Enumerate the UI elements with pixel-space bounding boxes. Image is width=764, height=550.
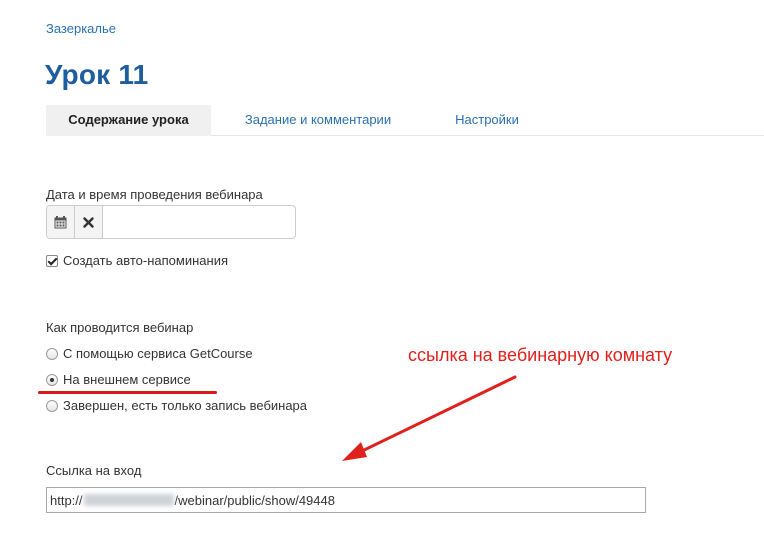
mode-option-getcourse[interactable]: С помощью сервиса GetCourse (46, 346, 253, 361)
entry-link-label: Ссылка на вход (46, 463, 142, 478)
entry-link-suffix: /webinar/public/show/49448 (174, 492, 335, 508)
tab-task-comments[interactable]: Задание и комментарии (233, 105, 403, 136)
webinar-datetime-group (46, 205, 296, 239)
page-title: Урок 11 (45, 59, 149, 90)
mode-radio-recording[interactable] (46, 399, 58, 412)
tab-bar: Содержание урока Задание и комментарии Н… (46, 105, 764, 136)
mode-option-external[interactable]: На внешнем сервисе (46, 372, 191, 387)
redacted-domain (83, 494, 174, 506)
auto-reminder-checkbox[interactable] (46, 254, 58, 267)
mode-radio-external[interactable] (46, 373, 58, 386)
mode-option-label: С помощью сервиса GetCourse (63, 346, 253, 361)
mode-radio-getcourse[interactable] (46, 347, 58, 360)
mode-option-label: Завершен, есть только запись вебинара (63, 398, 308, 413)
calendar-icon (54, 215, 67, 228)
auto-reminder-label: Создать авто-напоминания (63, 253, 229, 268)
webinar-datetime-label: Дата и время проведения вебинара (46, 187, 263, 202)
close-icon (83, 216, 94, 228)
auto-reminder-option[interactable]: Создать авто-напоминания (46, 253, 228, 268)
calendar-button[interactable] (47, 206, 75, 238)
mode-option-label: На внешнем сервисе (63, 372, 191, 387)
annotation-text: ссылка на вебинарную комнату (408, 345, 673, 365)
tab-settings[interactable]: Настройки (439, 105, 535, 136)
webinar-datetime-input[interactable] (103, 206, 295, 238)
tab-lesson-content[interactable]: Содержание урока (46, 105, 211, 136)
entry-link-prefix: http:// (50, 492, 83, 508)
entry-link-input[interactable]: http:// /webinar/public/show/49448 (46, 487, 646, 513)
webinar-mode-label: Как проводится вебинар (46, 320, 194, 335)
clear-date-button[interactable] (75, 206, 103, 238)
breadcrumb-link[interactable]: Зазеркалье (46, 21, 116, 36)
mode-option-recording[interactable]: Завершен, есть только запись вебинара (46, 398, 307, 413)
annotation-underline (38, 391, 217, 394)
